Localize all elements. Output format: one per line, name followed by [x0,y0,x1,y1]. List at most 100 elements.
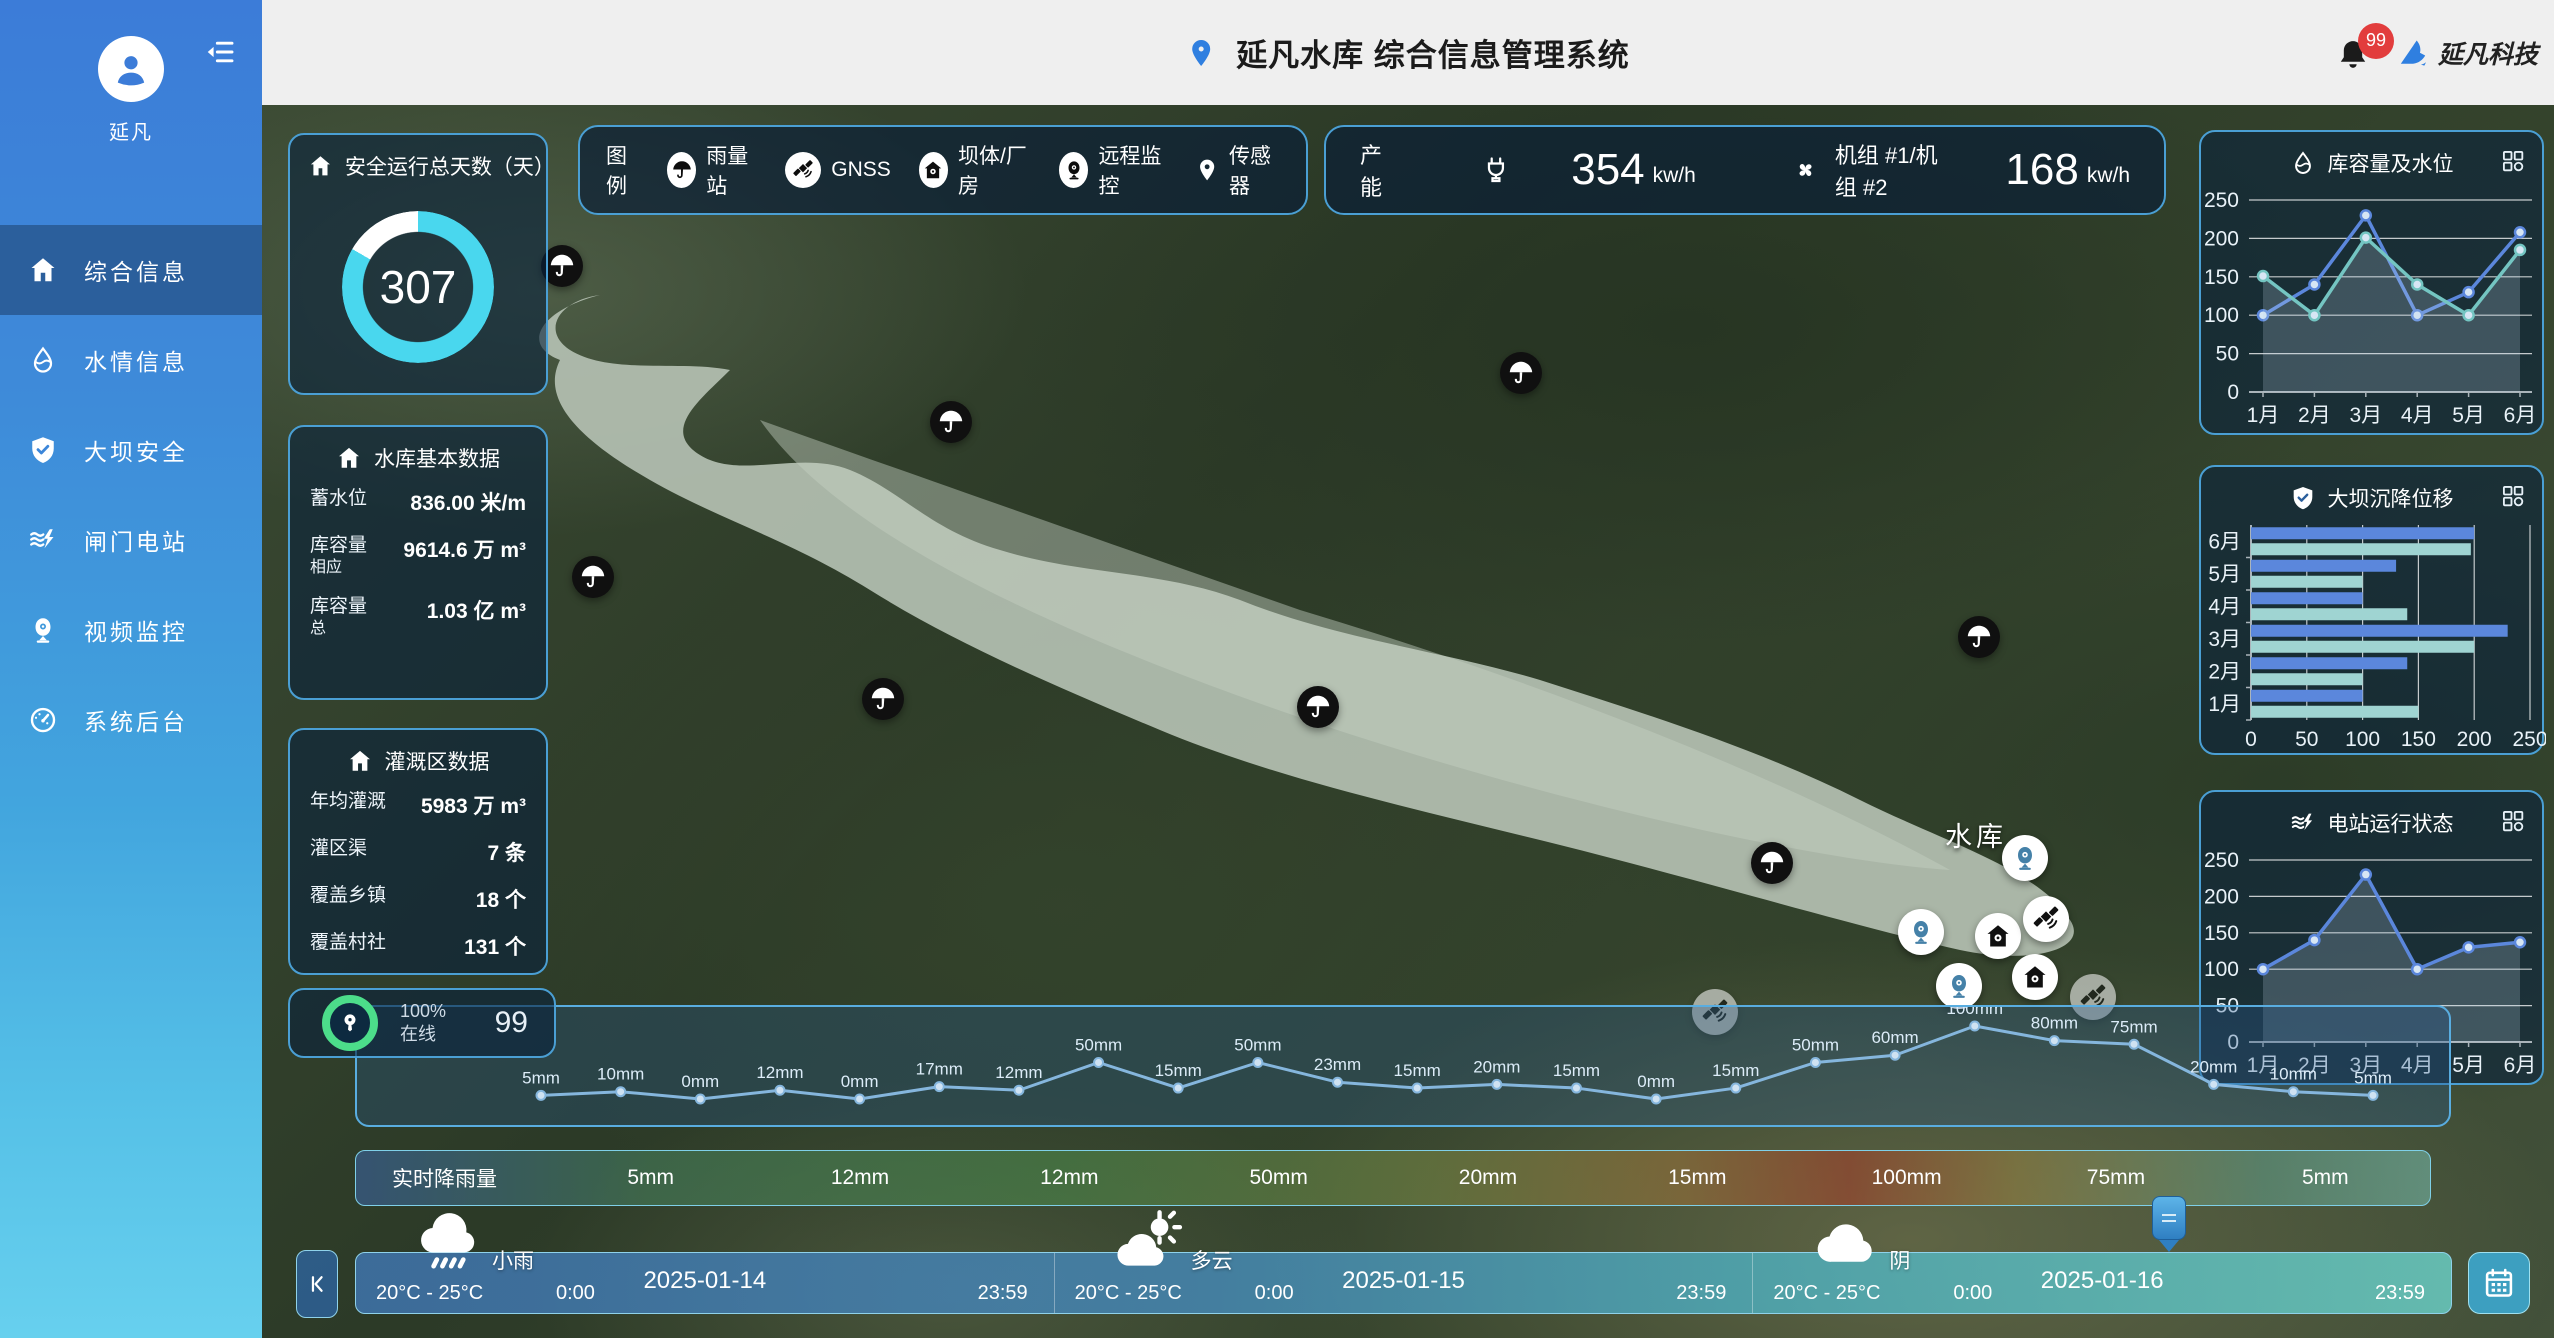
row-label: 覆盖村社 [310,931,386,955]
row-value: 9614.6 万 m³ [403,534,526,564]
data-row: 库容量相应 9614.6 万 m³ [310,534,526,578]
chart2-title: 大坝沉降位移 [2328,483,2454,513]
sidebar-item-backend[interactable]: 系统后台 [0,675,262,765]
header-right: 99 延凡科技 [2334,0,2538,105]
legend-item-label: 传感器 [1229,140,1280,200]
webcam-icon [1063,159,1085,181]
map-marker-rain[interactable] [1297,686,1339,728]
row-label: 库容量相应 [310,534,367,578]
grid-icon[interactable] [2500,808,2526,834]
online-ring [322,995,378,1051]
grid-icon[interactable] [2500,148,2526,174]
avatar [98,36,164,102]
map-marker-rain[interactable] [1958,616,2000,658]
map-marker-rain[interactable] [862,678,904,720]
chart2-title-row: 大坝沉降位移 [2201,467,2542,513]
gauge-icon [28,705,58,735]
data-row: 覆盖村社 131 个 [310,931,526,961]
weather-end-time: 23:59 [978,1282,1028,1305]
weather-day-2025-01-14[interactable]: 小雨20°C - 25°C0:002025-01-1423:59 [356,1253,1054,1313]
svg-text:0: 0 [2227,381,2239,404]
svg-text:0mm: 0mm [1637,1072,1675,1091]
map-marker-gnss[interactable] [2023,896,2069,942]
data-row: 库容量总1.03 亿 m³ [310,595,526,639]
map-marker-rain[interactable] [1751,842,1793,884]
calendar-button[interactable] [2468,1252,2530,1314]
sail-logo-icon [2396,36,2430,70]
map-marker-rain[interactable] [1500,352,1542,394]
turbine-icon [1792,151,1819,189]
svg-text:5mm: 5mm [522,1068,560,1087]
legend-item-label: GNSS [831,158,891,182]
map-legend-bar: 图例 雨量站GNSS坝体/厂房远程监控传感器 [578,125,1308,215]
data-row: 灌区渠7 条 [310,837,526,867]
weather-timeline-bar[interactable]: 小雨20°C - 25°C0:002025-01-1423:59多云20°C -… [355,1252,2452,1314]
timeline-slider-handle[interactable] [2152,1196,2186,1252]
online-status: 100% 在线 [400,1000,446,1047]
umbrella-icon [579,563,607,591]
legend-item-label: 坝体/厂房 [958,140,1031,200]
map-marker-plant[interactable] [1975,913,2021,959]
safe-days-title: 安全运行总天数（天） [345,151,546,181]
user-profile[interactable]: 延凡 [0,36,262,145]
svg-text:2月: 2月 [2298,404,2331,427]
legend-item-传感器[interactable]: 传感器 [1195,140,1280,200]
webcam-icon [28,615,58,645]
online-count: 99 [495,1006,528,1040]
map-marker-webcam[interactable] [1936,963,1982,1009]
svg-text:3月: 3月 [2349,404,2382,427]
cloud-icon [1811,1209,1881,1275]
svg-text:100mm: 100mm [1946,1007,2003,1018]
map-marker-webcam[interactable] [2002,835,2048,881]
legend-item-雨量站[interactable]: 雨量站 [667,140,757,200]
legend-item-远程监控[interactable]: 远程监控 [1059,140,1167,200]
row-value: 131 个 [464,931,526,961]
grid-icon[interactable] [2500,483,2526,509]
map-marker-plant[interactable] [2012,954,2058,1000]
home-icon [308,153,333,179]
legend-item-GNSS[interactable]: GNSS [785,152,891,188]
weather-day-2025-01-15[interactable]: 多云20°C - 25°C0:002025-01-1523:59 [1054,1253,1753,1313]
sidebar-item-dam[interactable]: 大坝安全 [0,405,262,495]
umbrella-icon [937,408,965,436]
svg-text:23mm: 23mm [1314,1055,1361,1074]
svg-text:15mm: 15mm [1394,1061,1441,1080]
map-marker-rain[interactable] [930,401,972,443]
svg-text:5月: 5月 [2208,563,2241,586]
row-value: 7 条 [487,837,526,867]
svg-text:5月: 5月 [2452,404,2485,427]
rainfall-heat-strip: 实时降雨量 5mm12mm12mm50mm20mm15mm100mm75mm5m… [355,1150,2431,1206]
notifications-button[interactable]: 99 [2334,29,2378,77]
svg-text:0mm: 0mm [681,1072,719,1091]
sidebar-item-water[interactable]: 水情信息 [0,315,262,405]
legend-item-坝体/厂房[interactable]: 坝体/厂房 [919,140,1031,200]
svg-text:20mm: 20mm [1473,1057,1520,1076]
sidebar-item-gate[interactable]: 闸门电站 [0,495,262,585]
online-label: 在线 [400,1023,446,1046]
svg-text:15mm: 15mm [1712,1061,1759,1080]
sidebar-item-overview[interactable]: 综合信息 [0,225,262,315]
plug-icon [1481,149,1511,191]
svg-text:150: 150 [2204,266,2239,289]
rain-cloud-icon [414,1209,484,1275]
power-capacity-bar: 产能 354 kw/h 机组 #1/机组 #2 168 kw/h [1324,125,2166,215]
sidebar: 延凡 综合信息水情信息大坝安全闸门电站视频监控系统后台 [0,0,262,1338]
house-gear-icon [1984,922,2012,950]
map-marker-rain[interactable] [572,556,614,598]
user-icon [109,47,153,91]
sidebar-item-video[interactable]: 视频监控 [0,585,262,675]
chart1-title: 库容量及水位 [2328,148,2454,178]
data-row: 蓄水位836.00 米/m [310,487,526,517]
row-value: 18 个 [476,884,526,914]
data-row: 年均灌溉5983 万 m³ [310,790,526,820]
map-marker-webcam[interactable] [1898,909,1944,955]
safe-days-value: 307 [380,260,457,314]
svg-text:0mm: 0mm [841,1072,879,1091]
svg-text:1月: 1月 [2247,404,2280,427]
power-value: 354 [1571,145,1644,195]
weather-day-2025-01-16[interactable]: 阴20°C - 25°C0:002025-01-1623:59 [1752,1253,2451,1313]
legend-icon-circle [1059,152,1088,188]
row-label: 年均灌溉 [310,790,386,814]
data-row: 覆盖乡镇18 个 [310,884,526,914]
timeline-prev-button[interactable] [296,1250,338,1318]
